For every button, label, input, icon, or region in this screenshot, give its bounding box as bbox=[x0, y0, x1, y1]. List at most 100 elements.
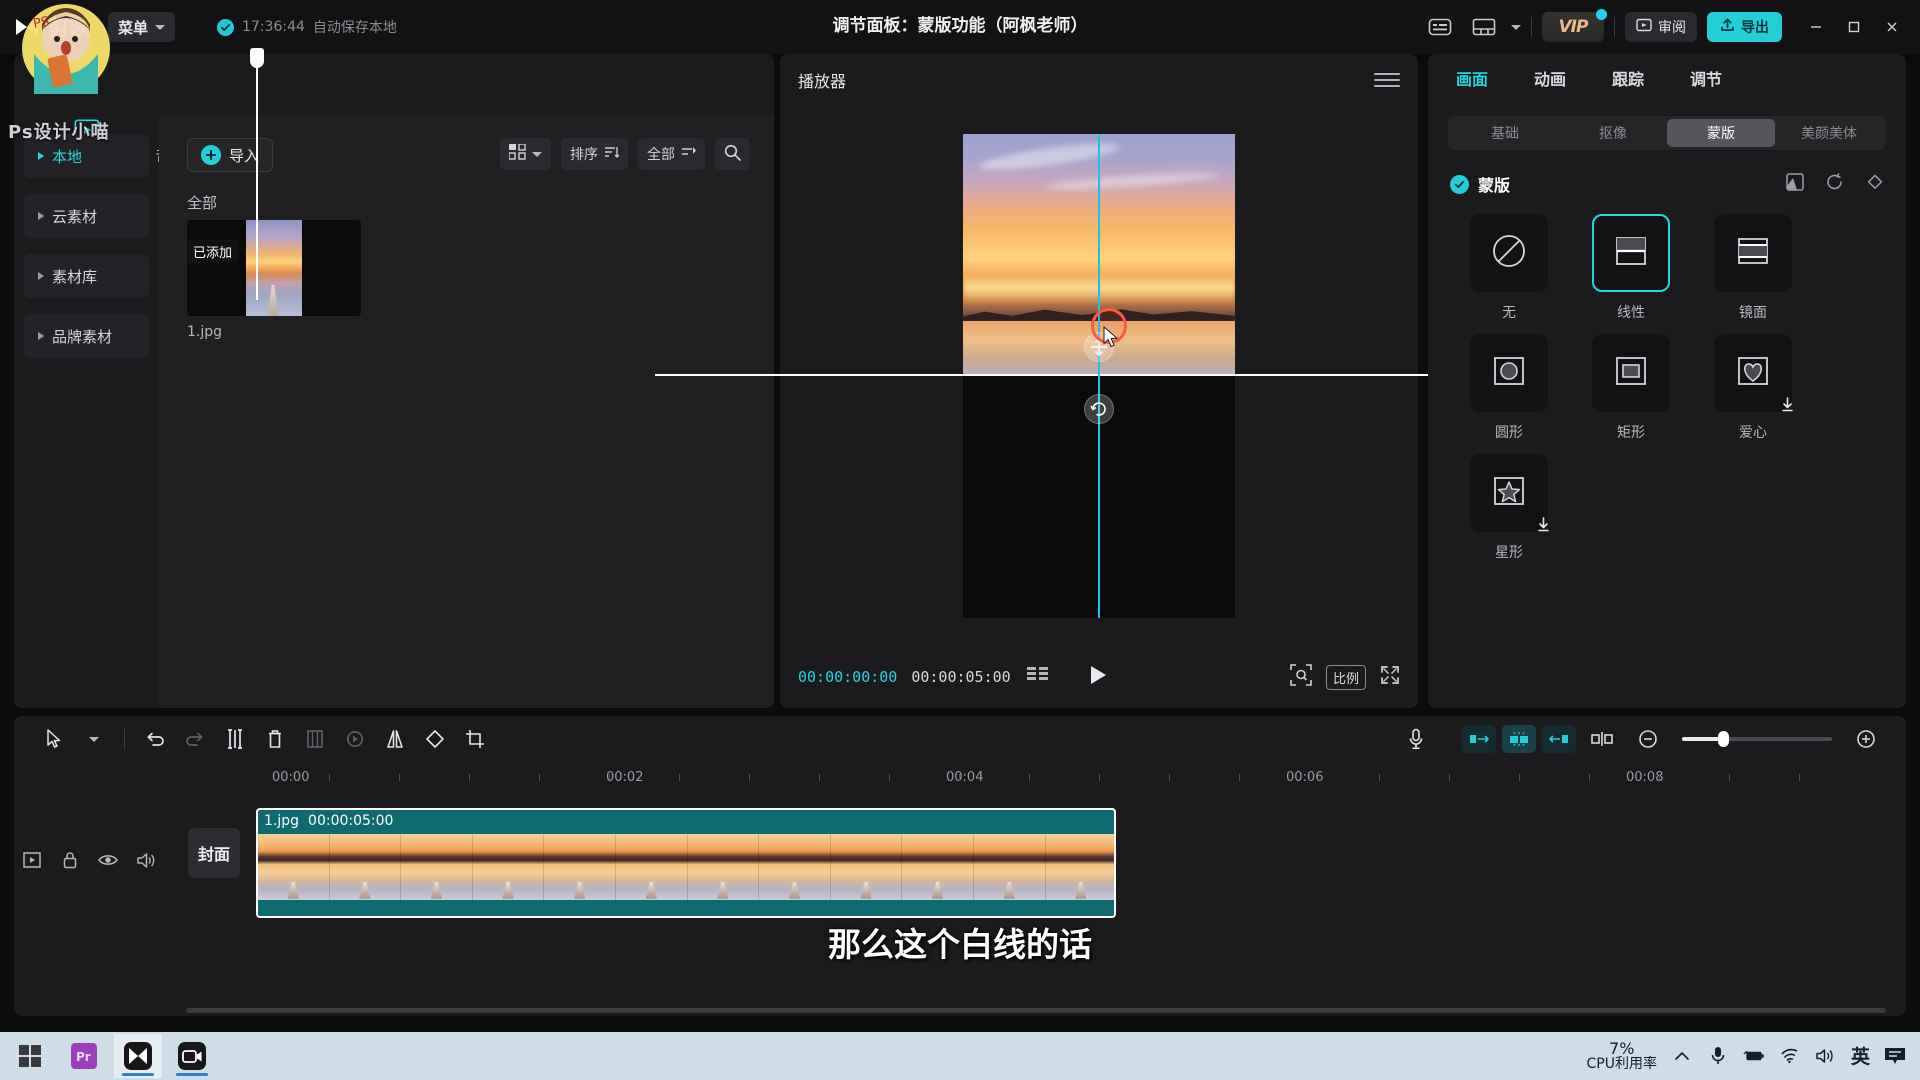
rotate-icon[interactable] bbox=[415, 722, 455, 756]
mask-option-none[interactable]: 无 bbox=[1450, 214, 1568, 322]
wifi-icon[interactable] bbox=[1779, 1048, 1801, 1064]
export-button[interactable]: 导出 bbox=[1707, 12, 1782, 42]
layout-chevron-down-icon[interactable] bbox=[1511, 24, 1521, 30]
menu-button[interactable]: 菜单 bbox=[108, 12, 176, 42]
notification-icon[interactable] bbox=[1884, 1046, 1906, 1066]
auto-snap-icon[interactable] bbox=[1502, 725, 1536, 753]
ime-indicator[interactable]: 英 bbox=[1851, 1042, 1870, 1069]
close-icon[interactable] bbox=[1874, 11, 1910, 43]
undo-icon[interactable] bbox=[135, 722, 175, 756]
layout-icon[interactable] bbox=[1467, 12, 1501, 42]
mask-option-thumb bbox=[1592, 214, 1670, 292]
mask-enable-checkbox[interactable] bbox=[1450, 174, 1469, 194]
timeline-scrollbar[interactable] bbox=[186, 1008, 1886, 1013]
zoom-fit-icon[interactable] bbox=[1290, 664, 1312, 690]
view-mode-button[interactable] bbox=[500, 138, 551, 170]
rotate-handle-icon[interactable] bbox=[1084, 394, 1114, 424]
volume-icon[interactable] bbox=[136, 850, 156, 870]
invert-icon[interactable] bbox=[1786, 173, 1804, 195]
windows-start-icon[interactable] bbox=[6, 1034, 54, 1078]
snap-right-icon[interactable] bbox=[1542, 725, 1576, 753]
tab-adjust[interactable]: 调节 bbox=[1690, 66, 1722, 90]
volume-icon[interactable] bbox=[1815, 1047, 1837, 1065]
sort-button[interactable]: 排序 bbox=[561, 138, 628, 170]
download-icon[interactable] bbox=[1781, 397, 1794, 416]
play-icon[interactable] bbox=[1089, 665, 1107, 689]
segment-basic[interactable]: 基础 bbox=[1451, 119, 1559, 147]
keyframe-icon[interactable] bbox=[1866, 173, 1884, 195]
redo-icon[interactable] bbox=[175, 722, 215, 756]
zoom-out-icon[interactable] bbox=[1628, 722, 1668, 756]
tab-animation[interactable]: 动画 bbox=[1534, 66, 1566, 90]
select-icon[interactable] bbox=[34, 722, 74, 756]
search-button[interactable] bbox=[715, 138, 750, 170]
import-button[interactable]: 导入 bbox=[187, 138, 273, 172]
caption-icon[interactable] bbox=[1423, 12, 1457, 42]
filter-button[interactable]: 全部 bbox=[638, 138, 705, 170]
taskbar-apps: Pr bbox=[0, 1034, 216, 1078]
mic-icon[interactable] bbox=[1707, 1046, 1729, 1066]
export-label: 导出 bbox=[1741, 20, 1769, 36]
split-icon[interactable] bbox=[215, 722, 255, 756]
zoom-slider-knob[interactable] bbox=[1718, 731, 1729, 747]
sidebar-item-cloud[interactable]: 云素材 bbox=[24, 194, 149, 238]
import-label: 导入 bbox=[228, 146, 259, 165]
chevron-up-icon[interactable] bbox=[1671, 1050, 1693, 1062]
track-add-icon[interactable] bbox=[22, 850, 42, 870]
sort-label: 排序 bbox=[570, 147, 598, 163]
review-button[interactable]: 审阅 bbox=[1625, 12, 1697, 42]
segment-beauty[interactable]: 美颜美体 bbox=[1775, 119, 1883, 147]
cpu-percent: 7% bbox=[1609, 1038, 1635, 1058]
zoom-in-icon[interactable] bbox=[1846, 722, 1886, 756]
delete-icon[interactable] bbox=[255, 722, 295, 756]
minimize-icon[interactable] bbox=[1798, 11, 1834, 43]
battery-icon[interactable] bbox=[1743, 1048, 1765, 1064]
mask-option-mirror[interactable]: 镜面 bbox=[1694, 214, 1812, 322]
vip-button[interactable]: VIP bbox=[1542, 9, 1607, 42]
segment-keying[interactable]: 抠像 bbox=[1559, 119, 1667, 147]
frame-list-icon[interactable] bbox=[1026, 666, 1049, 688]
mask-option-star[interactable]: 星形 bbox=[1450, 454, 1568, 562]
split-marker-icon[interactable] bbox=[1582, 722, 1622, 756]
video-canvas[interactable] bbox=[655, 134, 1543, 618]
tab-tracking[interactable]: 跟踪 bbox=[1612, 66, 1644, 90]
reverse-icon[interactable] bbox=[335, 722, 375, 756]
hamburger-icon[interactable] bbox=[1374, 69, 1400, 91]
mic-icon[interactable] bbox=[1396, 722, 1436, 756]
mask-option-circle-label: 圆形 bbox=[1495, 425, 1523, 441]
lock-icon[interactable] bbox=[60, 850, 80, 870]
chevron-down-icon bbox=[155, 24, 166, 30]
select-dropdown-icon[interactable] bbox=[74, 722, 114, 756]
cover-button[interactable]: 封面 bbox=[188, 828, 240, 878]
timeline-clip[interactable]: 1.jpg 00:00:05:00 bbox=[256, 808, 1116, 918]
maximize-icon[interactable] bbox=[1836, 11, 1872, 43]
download-icon[interactable] bbox=[1537, 517, 1550, 536]
premiere-icon[interactable]: Pr bbox=[60, 1034, 108, 1078]
mask-option-rectangle[interactable]: 矩形 bbox=[1572, 334, 1690, 442]
camera-icon[interactable] bbox=[168, 1034, 216, 1078]
chevron-right-icon bbox=[38, 152, 44, 160]
mask-option-heart[interactable]: 爱心 bbox=[1694, 334, 1812, 442]
media-toolbar: 排序 全部 bbox=[500, 138, 750, 170]
mirror-icon[interactable] bbox=[375, 722, 415, 756]
timeline-ruler[interactable]: 00:00 00:02 00:04 00:06 00:08 bbox=[14, 762, 1906, 792]
mask-option-circle[interactable]: 圆形 bbox=[1450, 334, 1568, 442]
reset-icon[interactable] bbox=[1826, 173, 1844, 195]
divider bbox=[1614, 17, 1615, 37]
segment-mask[interactable]: 蒙版 bbox=[1667, 119, 1775, 147]
mask-option-rectangle-label: 矩形 bbox=[1617, 425, 1645, 441]
capcut-icon[interactable] bbox=[114, 1034, 162, 1078]
freeze-icon[interactable] bbox=[295, 722, 335, 756]
sidebar-item-brand[interactable]: 品牌素材 bbox=[24, 314, 149, 358]
ratio-button[interactable]: 比例 bbox=[1325, 664, 1366, 690]
fullscreen-icon[interactable] bbox=[1380, 665, 1400, 689]
media-browser: 导入 排序 全部 全部 已添加 1.jpg bbox=[159, 116, 774, 708]
snap-left-icon[interactable] bbox=[1462, 725, 1496, 753]
mask-option-linear[interactable]: 线性 bbox=[1572, 214, 1690, 322]
sidebar-item-library[interactable]: 素材库 bbox=[24, 254, 149, 298]
zoom-slider[interactable] bbox=[1682, 731, 1832, 747]
crop-icon[interactable] bbox=[455, 722, 495, 756]
tab-picture[interactable]: 画面 bbox=[1456, 66, 1488, 90]
eye-icon[interactable] bbox=[98, 850, 118, 870]
media-item[interactable]: 已添加 1.jpg bbox=[187, 220, 361, 340]
